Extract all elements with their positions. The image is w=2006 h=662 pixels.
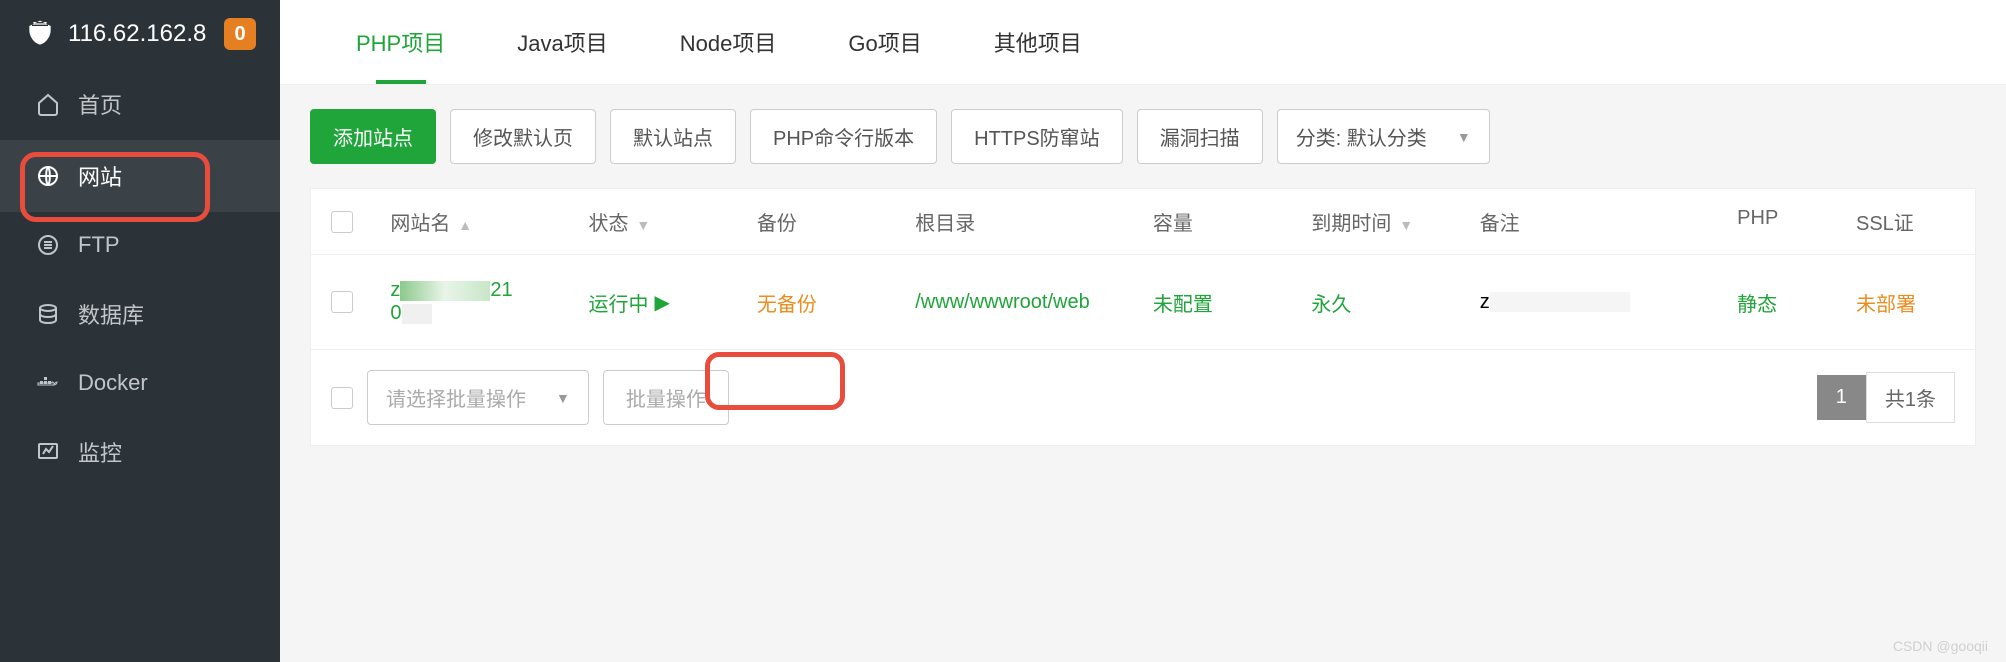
ssl-cell[interactable]: 未部署 [1856,288,1955,317]
sidebar-item-label: FTP [78,232,120,258]
ftp-icon [36,233,60,257]
batch-select[interactable]: 请选择批量操作 ▼ [367,370,589,425]
table-row: z21 0 运行中▶ 无备份 /www/wwwroot/web 未配置 永久 z… [311,255,1975,350]
expire-cell[interactable]: 永久 [1311,288,1479,317]
col-expire[interactable]: 到期时间 ▼ [1311,207,1479,236]
watermark: CSDN @gooqii [1893,638,1988,654]
chevron-down-icon: ▼ [1457,129,1471,145]
default-site-button[interactable]: 默认站点 [610,109,736,164]
col-capacity: 容量 [1153,207,1311,236]
notification-badge[interactable]: 0 [224,18,256,50]
col-php: PHP [1737,207,1856,236]
toolbar: 添加站点 修改默认页 默认站点 PHP命令行版本 HTTPS防窜站 漏洞扫描 分… [280,85,2006,188]
php-cell[interactable]: 静态 [1737,288,1856,317]
monitor-icon [36,440,60,464]
sort-icon: ▼ [1395,217,1413,233]
censored-text [400,281,490,301]
table-header: 网站名 ▲ 状态 ▼ 备份 根目录 容量 到期时间 ▼ 备注 PHP SSL证 [311,189,1975,255]
main-content: PHP项目 Java项目 Node项目 Go项目 其他项目 添加站点 修改默认页… [280,0,2006,662]
category-select[interactable]: 分类: 默认分类 ▼ [1277,109,1490,164]
tab-node[interactable]: Node项目 [644,0,813,84]
table-footer: 请选择批量操作 ▼ 批量操作 1 共1条 [311,350,1975,445]
add-site-button[interactable]: 添加站点 [310,109,436,164]
php-cli-button[interactable]: PHP命令行版本 [750,109,937,164]
sort-icon: ▼ [632,217,650,233]
sidebar-item-database[interactable]: 数据库 [0,278,280,350]
modify-default-button[interactable]: 修改默认页 [450,109,596,164]
batch-placeholder: 请选择批量操作 [386,383,526,412]
sort-icon: ▲ [454,217,472,233]
batch-action-button[interactable]: 批量操作 [603,370,729,425]
sidebar-header: 116.62.162.8 0 [0,0,280,68]
https-button[interactable]: HTTPS防窜站 [951,109,1123,164]
sidebar-item-home[interactable]: 首页 [0,68,280,140]
sidebar-item-label: 网站 [78,160,122,192]
sidebar-item-label: 监控 [78,436,122,468]
chevron-down-icon: ▼ [556,390,570,406]
sidebar-item-ftp[interactable]: FTP [0,212,280,278]
censored-text [1490,292,1630,312]
vuln-scan-button[interactable]: 漏洞扫描 [1137,109,1263,164]
logo-icon [24,18,56,50]
note-cell[interactable]: z [1480,291,1737,314]
pagination: 1 共1条 [1817,372,1955,423]
row-checkbox[interactable] [331,291,353,313]
censored-text [402,304,432,324]
sidebar-item-label: Docker [78,370,148,396]
sidebar-item-website[interactable]: 网站 [0,140,280,212]
sidebar-item-monitor[interactable]: 监控 [0,416,280,488]
page-1-button[interactable]: 1 [1817,375,1866,420]
select-all-checkbox[interactable] [331,211,353,233]
tab-other[interactable]: 其他项目 [958,0,1118,84]
col-backup: 备份 [757,207,915,236]
site-name-cell[interactable]: z21 0 [390,279,588,325]
server-ip: 116.62.162.8 [68,20,212,48]
tab-go[interactable]: Go项目 [812,0,957,84]
col-note: 备注 [1480,207,1737,236]
project-tabs: PHP项目 Java项目 Node项目 Go项目 其他项目 [280,0,2006,85]
tab-php[interactable]: PHP项目 [320,0,481,84]
sidebar-item-label: 数据库 [78,298,144,330]
globe-icon [36,164,60,188]
docker-icon [36,371,60,395]
root-cell[interactable]: /www/wwwroot/web [915,291,1153,314]
sidebar-item-docker[interactable]: Docker [0,350,280,416]
sidebar: 116.62.162.8 0 首页 网站 FTP 数据库 Docker 监控 [0,0,280,662]
category-label: 分类: 默认分类 [1296,122,1427,151]
database-icon [36,302,60,326]
col-name[interactable]: 网站名 ▲ [390,207,588,236]
tab-java[interactable]: Java项目 [481,0,643,84]
col-root: 根目录 [915,207,1153,236]
page-total: 共1条 [1866,372,1955,423]
col-status[interactable]: 状态 ▼ [588,207,756,236]
col-ssl: SSL证 [1856,207,1955,236]
backup-cell[interactable]: 无备份 [757,288,915,317]
footer-checkbox[interactable] [331,387,353,409]
capacity-cell[interactable]: 未配置 [1153,288,1311,317]
sites-table: 网站名 ▲ 状态 ▼ 备份 根目录 容量 到期时间 ▼ 备注 PHP SSL证 … [310,188,1976,446]
sidebar-item-label: 首页 [78,88,122,120]
home-icon [36,92,60,116]
status-cell[interactable]: 运行中▶ [588,288,756,317]
play-icon: ▶ [654,290,669,315]
